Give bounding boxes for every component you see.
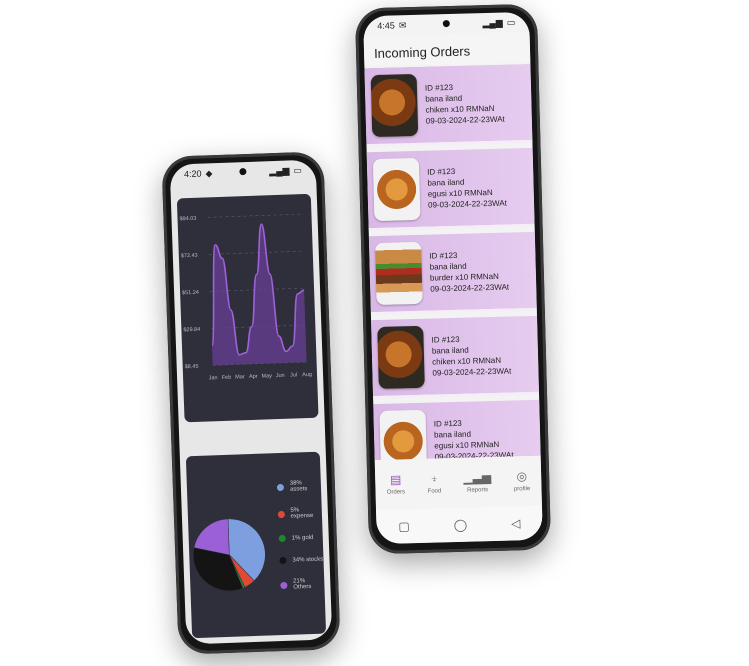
orders-phone: 4:45 ✉ ▂▄▆ ▭ Incoming Orders ID #123 bana… [354, 3, 552, 555]
order-details: ID #123 bana iland chiken x10 RMNaN 09-03-2… [425, 81, 505, 127]
orders-icon: ▤ [389, 472, 402, 487]
pie-legend: 38% assets 5% expense 1% gold 34% stocks 21%… [276, 480, 325, 606]
x-tick-label: Jan [209, 375, 218, 381]
y-tick-label: $51.24 [182, 290, 199, 297]
order-details: ID #123 bana iland egusi x10 RMNaN 09-03-20… [434, 416, 514, 460]
x-tick-label: Feb [222, 375, 232, 381]
legend-item: 1% gold [278, 534, 323, 543]
legend-label: 1% gold [291, 534, 314, 542]
x-tick-label: May [261, 373, 272, 379]
order-card[interactable]: ID #123 bana iland burder x10 RMNaN 09-03-2… [368, 231, 537, 316]
nav-label: Food [427, 488, 442, 495]
order-details: ID #123 bana iland burder x10 RMNaN 09-03-2… [429, 249, 509, 295]
dashboard-screen: 4:20 ◆ ▂▄▆ ▭ $94.03 $72.43 $51.24 $29.84 $8.… [169, 159, 333, 645]
orders-list[interactable]: ID #123 bana iland chiken x10 RMNaN 09-03-2… [364, 63, 541, 461]
y-tick-label: $8.45 [185, 364, 199, 370]
order-details: ID #123 bana iland chiken x10 RMNaN 09-03-2… [431, 333, 511, 379]
nav-item-reports[interactable]: ▁▃▅ Reports [463, 470, 492, 494]
legend-swatch [279, 556, 287, 565]
y-tick-label: $72.43 [181, 253, 198, 260]
y-tick-label: $29.84 [183, 327, 200, 334]
pie-chart-card: 38% assets 5% expense 1% gold 34% stocks 21%… [185, 451, 327, 639]
nav-label: profile [513, 486, 531, 493]
legend-item: 21% Others [280, 578, 324, 592]
food-thumbnail [375, 241, 423, 306]
dashboard-phone: 4:20 ◆ ▂▄▆ ▭ $94.03 $72.43 $51.24 $29.84 $8.… [161, 151, 341, 655]
home-icon[interactable]: ◯ [454, 518, 468, 532]
legend-label: 38% assets [289, 480, 308, 493]
x-tick-label: Jul [290, 372, 297, 378]
app-bar: Incoming Orders [363, 31, 531, 67]
signal-icon: ▂▄▆ [482, 17, 503, 28]
system-nav-bar: ▢ ◯ ◁ [376, 505, 543, 545]
nav-label: Reports [467, 487, 489, 494]
food-thumbnail [377, 325, 425, 389]
nav-label: Orders [386, 489, 406, 496]
legend-swatch [278, 534, 286, 543]
back-icon[interactable]: ◁ [511, 516, 521, 530]
order-card[interactable]: ID #123 bana iland chiken x10 RMNaN 09-03-2… [364, 63, 533, 148]
legend-swatch [280, 581, 288, 589]
nav-item-food[interactable]: ⍖ Food [427, 471, 442, 495]
area-fill [211, 224, 307, 366]
line-chart: $94.03 $72.43 $51.24 $29.84 $8.45 Jan Feb Mar Ap… [179, 213, 312, 381]
reports-icon: ▁▃▅ [463, 470, 492, 485]
line-chart-card: $94.03 $72.43 $51.24 $29.84 $8.45 Jan Feb Mar Ap… [176, 193, 319, 423]
order-datetime: 09-03-2024-22-23WAt [427, 198, 508, 210]
legend-item: 5% expense [277, 507, 322, 521]
order-datetime: 09-03-2024-22-23WAt [432, 366, 512, 378]
legend-item: 38% assets [276, 480, 321, 494]
legend-swatch [276, 483, 285, 491]
profile-icon: ◎ [516, 469, 528, 484]
legend-label: 21% Others [293, 578, 312, 591]
recent-apps-icon[interactable]: ▢ [398, 519, 410, 533]
signal-icon: ▂▄▆ [268, 165, 290, 176]
order-card[interactable]: ID #123 bana iland egusi x10 RMNaN 09-03-20… [373, 399, 541, 461]
food-thumbnail [370, 73, 419, 138]
nav-item-orders[interactable]: ▤ Orders [386, 472, 406, 496]
order-details: ID #123 bana iland egusi x10 RMNaN 09-03-20… [427, 165, 507, 211]
battery-icon: ▭ [506, 16, 516, 28]
nav-item-profile[interactable]: ◎ profile [513, 469, 531, 493]
message-icon: ✉ [398, 19, 407, 30]
battery-icon: ▭ [293, 164, 303, 175]
gridline [208, 250, 303, 255]
legend-swatch [277, 510, 285, 518]
page-title: Incoming Orders [373, 42, 471, 61]
notification-icon: ◆ [205, 167, 213, 178]
legend-label: 34% stocks [292, 556, 324, 564]
status-time: 4:20 [183, 168, 202, 180]
legend-label: 5% expense [290, 507, 314, 520]
x-tick-label: Jun [276, 373, 285, 379]
x-tick-label: Mar [235, 374, 245, 380]
food-thumbnail [379, 409, 428, 461]
order-datetime: 09-03-2024-22-23WAt [425, 114, 505, 126]
legend-item: 34% stocks [279, 556, 323, 565]
y-tick-label: $94.03 [179, 216, 196, 223]
order-card[interactable]: ID #123 bana iland egusi x10 RMNaN 09-03-20… [366, 147, 535, 232]
gridline [207, 213, 302, 218]
food-thumbnail [372, 157, 421, 222]
food-icon: ⍖ [430, 471, 438, 486]
orders-screen: 4:45 ✉ ▂▄▆ ▭ Incoming Orders ID #123 bana… [363, 11, 543, 545]
status-time: 4:45 [377, 20, 396, 31]
order-card[interactable]: ID #123 bana iland chiken x10 RMNaN 09-03-2… [371, 315, 540, 400]
bottom-nav: ▤ Orders ⍖ Food ▁▃▅ Reports ◎ profile [374, 455, 542, 511]
x-tick-label: Apr [249, 374, 258, 380]
x-tick-label: Aug [302, 372, 312, 378]
order-datetime: 09-03-2024-22-23WAt [430, 282, 510, 294]
